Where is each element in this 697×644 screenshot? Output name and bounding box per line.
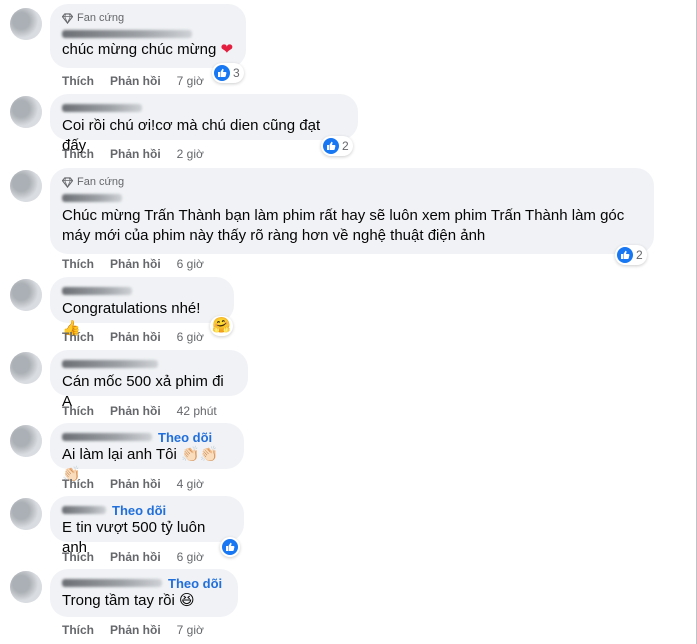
reply-button[interactable]: Phản hồi [110, 74, 161, 88]
comment-text: Trong tầm tay rồi [62, 592, 175, 609]
reply-button[interactable]: Phản hồi [110, 550, 161, 564]
comment-actions: Thích Phản hồi 4 giờ [62, 477, 204, 491]
fan-badge-label: Fan cứng [77, 12, 125, 24]
reply-button[interactable]: Phản hồi [110, 330, 161, 344]
comment-bubble: Fan cứng chúc mừng chúc mừng ❤ [50, 4, 246, 68]
like-button[interactable]: Thích [62, 147, 94, 161]
reply-button[interactable]: Phản hồi [110, 147, 161, 161]
avatar[interactable] [10, 498, 42, 530]
follow-button[interactable]: Theo dõi [168, 576, 222, 591]
comment-text-line-1: Chúc mừng Trấn Thành bạn làm phim rất ha… [62, 207, 625, 224]
comment-text: Ai làm lại anh Tôi [62, 446, 177, 463]
comment-bubble: Cán mốc 500 xả phim đi A [50, 350, 248, 410]
comment-text: Congratulations nhé! [62, 300, 201, 317]
author-name[interactable] [62, 433, 152, 441]
diamond-icon [62, 12, 73, 24]
like-button[interactable]: Thích [62, 623, 94, 637]
like-button[interactable]: Thích [62, 477, 94, 491]
care-icon: 🤗 [212, 317, 231, 334]
fan-badge: Fan cứng [62, 12, 124, 24]
avatar[interactable] [10, 425, 42, 457]
reply-button[interactable]: Phản hồi [110, 257, 161, 271]
comment-bubble: Theo dõi E tin vượt 500 tỷ luôn anh [50, 496, 244, 556]
reaction-summary[interactable] [220, 537, 240, 557]
reaction-count: 2 [636, 248, 643, 262]
diamond-icon [62, 176, 73, 188]
like-button[interactable]: Thích [62, 404, 94, 418]
comment-bubble: Theo dõi Trong tầm tay rồi 😆 [50, 569, 238, 617]
comment-bubble: Theo dõi Ai làm lại anh Tôi 👏🏻👏🏻👏🏻 [50, 423, 244, 483]
comment-actions: Thích Phản hồi 6 giờ [62, 550, 204, 564]
reaction-summary[interactable]: 3 [212, 63, 244, 83]
comment-bubble: Congratulations nhé! 👍 [50, 277, 234, 337]
avatar[interactable] [10, 170, 42, 202]
like-button[interactable]: Thích [62, 257, 94, 271]
avatar[interactable] [10, 96, 42, 128]
avatar[interactable] [10, 571, 42, 603]
grinning-squinting-emoji: 😆 [179, 592, 195, 609]
comment-bubble: Coi rồi chú ơi!cơ mà chú dien cũng đạt đ… [50, 94, 358, 154]
reaction-count: 2 [342, 139, 349, 153]
author-name[interactable] [62, 579, 162, 587]
reaction-count: 3 [233, 66, 240, 80]
like-button[interactable]: Thích [62, 330, 94, 344]
author-name[interactable] [62, 360, 158, 368]
follow-button[interactable]: Theo dõi [158, 430, 212, 445]
comment-text: chúc mừng chúc mừng [62, 41, 217, 58]
comment-actions: Thích Phản hồi 2 giờ [62, 147, 204, 161]
timestamp[interactable]: 6 giờ [177, 330, 204, 344]
comment-actions: Thích Phản hồi 7 giờ [62, 74, 204, 88]
like-button[interactable]: Thích [62, 74, 94, 88]
comment-text-line-2: máy mới của phim này thấy rõ ràng hơn về… [62, 227, 486, 244]
reply-button[interactable]: Phản hồi [110, 477, 161, 491]
heart-icon: ❤ [220, 41, 234, 58]
follow-button[interactable]: Theo dõi [112, 503, 166, 518]
author-name[interactable] [62, 104, 142, 112]
fan-badge: Fan cứng [62, 176, 124, 188]
reaction-summary[interactable]: 2 [615, 245, 647, 265]
reply-button[interactable]: Phản hồi [110, 404, 161, 418]
like-button[interactable]: Thích [62, 550, 94, 564]
author-name[interactable] [62, 30, 192, 38]
avatar[interactable] [10, 8, 42, 40]
timestamp[interactable]: 7 giờ [177, 74, 204, 88]
timestamp[interactable]: 4 giờ [177, 477, 204, 491]
timestamp[interactable]: 6 giờ [177, 550, 204, 564]
timestamp[interactable]: 7 giờ [177, 623, 204, 637]
comment-actions: Thích Phản hồi 6 giờ [62, 257, 204, 271]
timestamp[interactable]: 2 giờ [177, 147, 204, 161]
author-name[interactable] [62, 287, 132, 295]
reply-button[interactable]: Phản hồi [110, 623, 161, 637]
like-icon [617, 247, 633, 263]
comment-bubble: Fan cứng Chúc mừng Trấn Thành bạn làm ph… [50, 168, 654, 254]
like-icon [222, 539, 238, 555]
comment-actions: Thích Phản hồi 7 giờ [62, 623, 204, 637]
fan-badge-label: Fan cứng [77, 176, 125, 188]
author-name[interactable] [62, 194, 122, 202]
timestamp[interactable]: 42 phút [177, 404, 217, 418]
like-icon [323, 138, 339, 154]
author-name[interactable] [62, 506, 106, 514]
timestamp[interactable]: 6 giờ [177, 257, 204, 271]
reaction-summary[interactable]: 🤗 [210, 316, 233, 336]
avatar[interactable] [10, 279, 42, 311]
like-icon [214, 65, 230, 81]
comment-actions: Thích Phản hồi 6 giờ [62, 330, 204, 344]
avatar[interactable] [10, 352, 42, 384]
reaction-summary[interactable]: 2 [321, 136, 353, 156]
comment-actions: Thích Phản hồi 42 phút [62, 404, 217, 418]
